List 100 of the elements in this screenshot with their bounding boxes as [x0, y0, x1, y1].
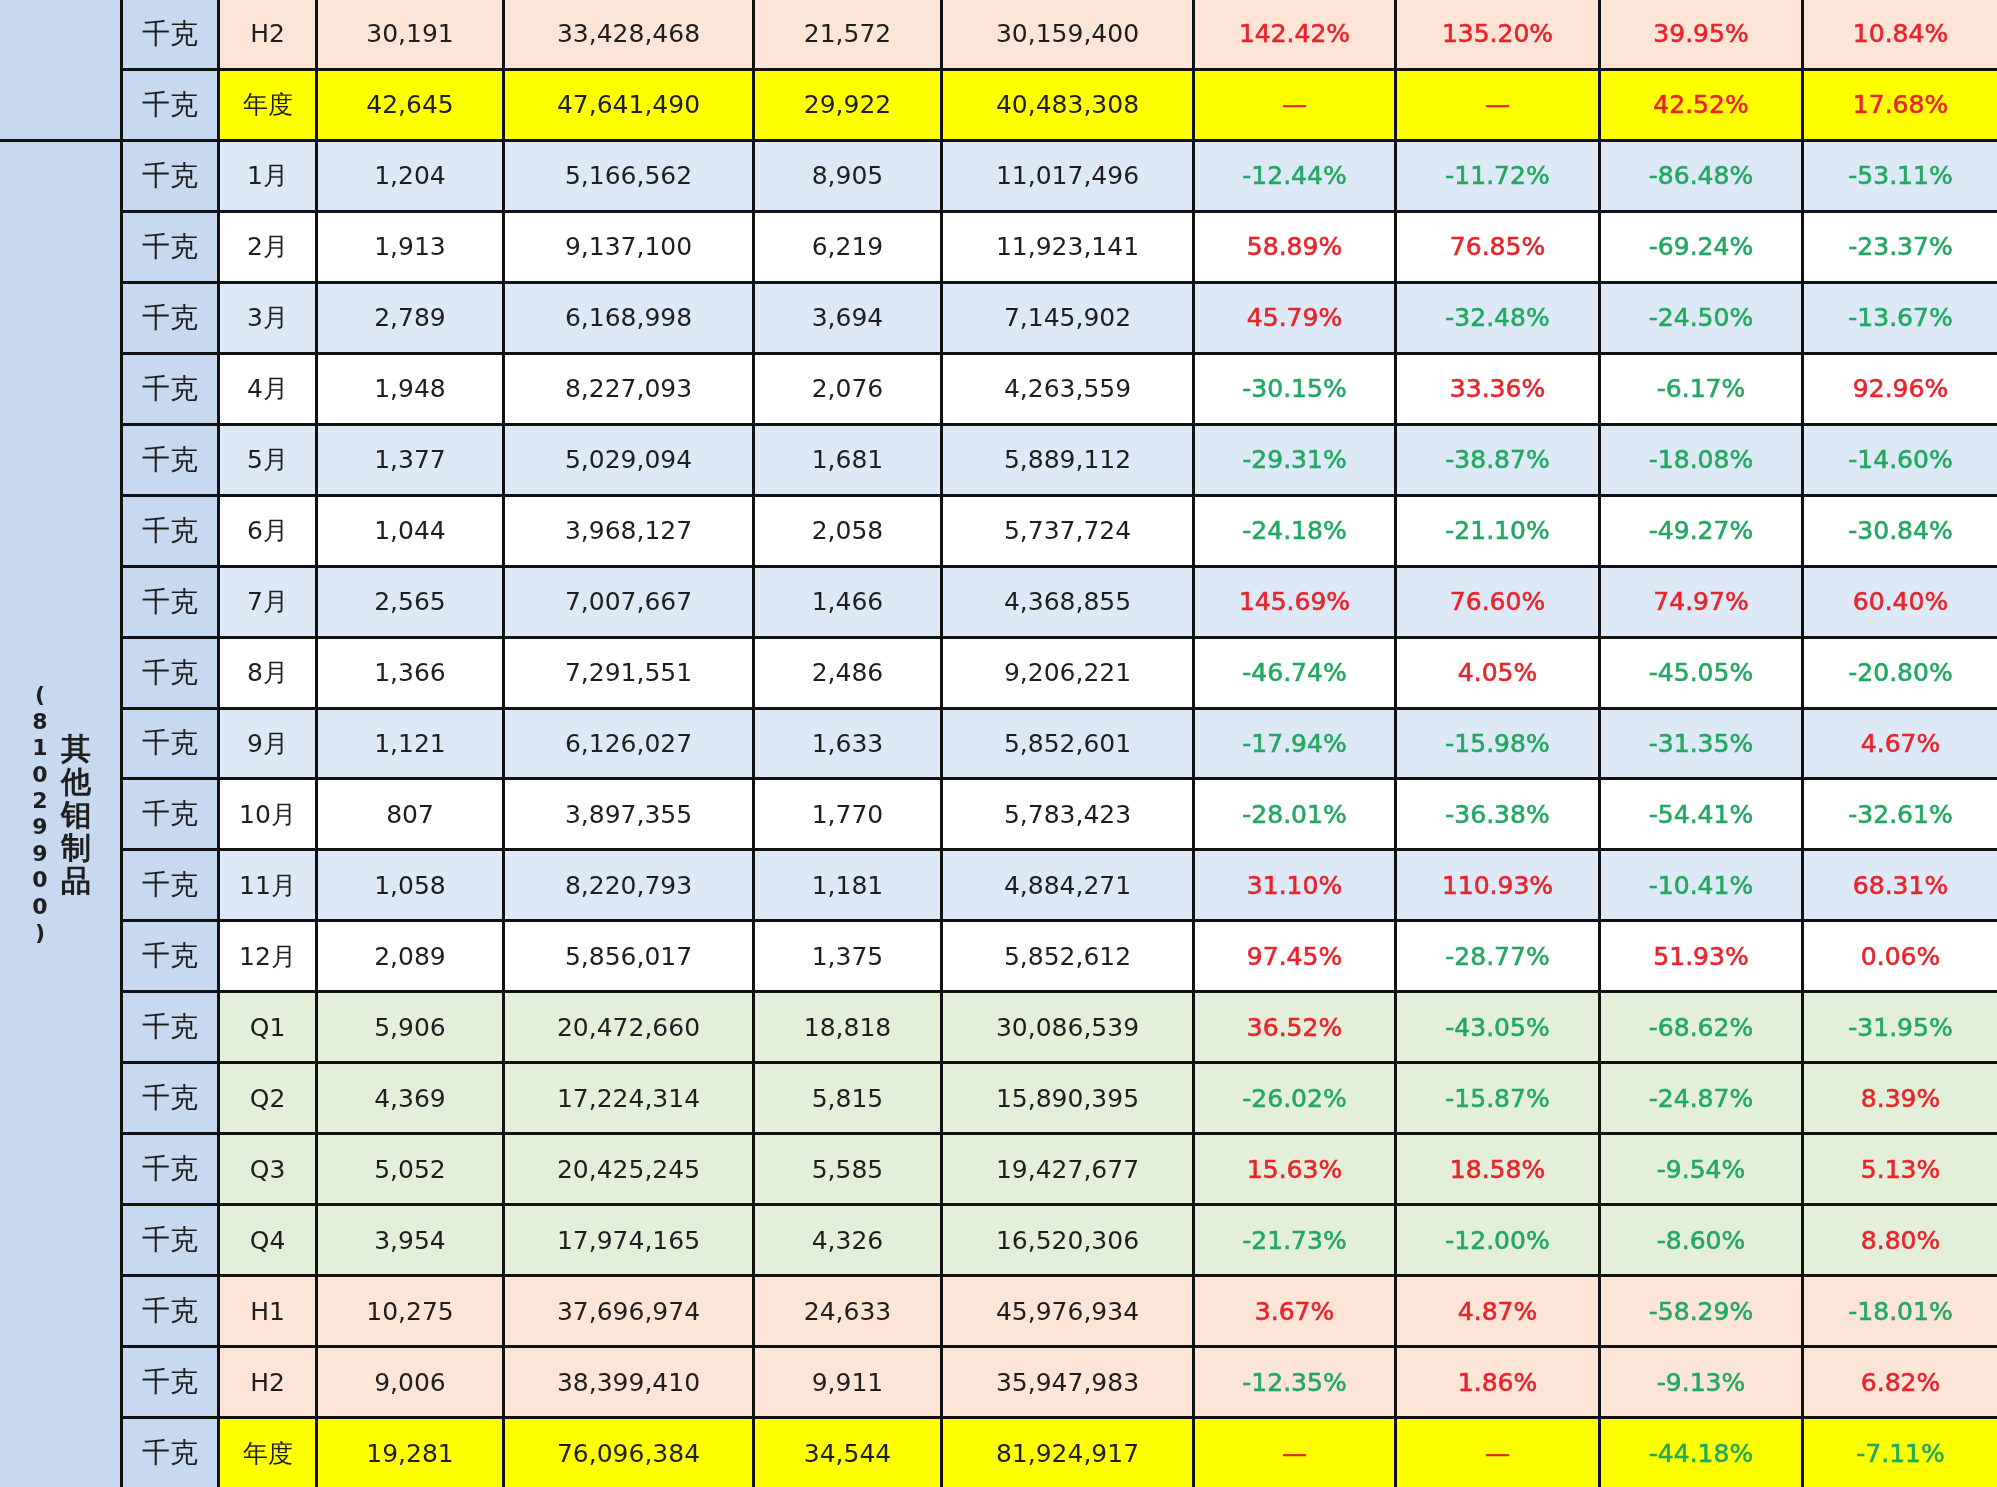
- unit-cell: 千克: [123, 1135, 217, 1204]
- percent-value: 6.82%: [1860, 1367, 1941, 1397]
- unit-cell: 千克: [123, 780, 217, 849]
- unit-cell: 千克: [123, 496, 217, 565]
- percent-value: -28.01%: [1242, 799, 1347, 829]
- percent-value: 0.06%: [1860, 941, 1941, 971]
- table-cell: 17,224,314: [505, 1064, 752, 1133]
- percent-value: -38.87%: [1445, 445, 1550, 475]
- percent-value: -10.41%: [1648, 870, 1754, 900]
- table-cell: 1,913: [318, 212, 502, 281]
- table-cell: 6,126,027: [505, 709, 752, 778]
- period-cell: 10月: [220, 780, 315, 849]
- table-cell: 8,220,793: [505, 851, 752, 920]
- table-cell: 42,645: [318, 70, 502, 139]
- percent-value: -7.11%: [1856, 1438, 1945, 1468]
- percent-value: —: [1485, 1438, 1510, 1468]
- table-cell: 5,585: [755, 1135, 940, 1204]
- percent-value: -14.60%: [1848, 445, 1953, 475]
- table-cell: 1,681: [755, 425, 940, 494]
- percent-value: -69.24%: [1648, 232, 1754, 262]
- period-cell: H2: [220, 1348, 315, 1417]
- percent-value: —: [1282, 1438, 1307, 1468]
- period-cell: Q3: [220, 1135, 315, 1204]
- period-cell: 9月: [220, 709, 315, 778]
- percent-value: -9.13%: [1656, 1367, 1746, 1397]
- percent-value: 92.96%: [1852, 374, 1949, 404]
- table-cell: 5,783,423: [943, 780, 1192, 849]
- percent-value: -45.05%: [1648, 658, 1754, 688]
- table-cell: 5,029,094: [505, 425, 752, 494]
- table-cell: 1,044: [318, 496, 502, 565]
- unit-cell: 千克: [123, 0, 217, 68]
- table-cell: 29,922: [755, 70, 940, 139]
- table-cell: 3,897,355: [505, 780, 752, 849]
- period-cell: 年度: [220, 1419, 315, 1487]
- table-cell: 1,948: [318, 354, 502, 423]
- table-cell: 5,889,112: [943, 425, 1192, 494]
- table-cell: 1,121: [318, 709, 502, 778]
- table-cell: 45,976,934: [943, 1277, 1192, 1346]
- table-cell: 2,486: [755, 638, 940, 707]
- percent-value: 76.60%: [1449, 587, 1546, 617]
- product-name: 其他钼制品: [61, 731, 91, 897]
- table-cell: 8,905: [755, 141, 940, 210]
- table-cell: 1,375: [755, 922, 940, 991]
- period-cell: H1: [220, 1277, 315, 1346]
- table-cell: 11,017,496: [943, 141, 1192, 210]
- period-cell: 2月: [220, 212, 315, 281]
- table-cell: 5,052: [318, 1135, 502, 1204]
- table-cell: 2,089: [318, 922, 502, 991]
- table-cell: 4,326: [755, 1206, 940, 1275]
- unit-cell: 千克: [123, 1277, 217, 1346]
- percent-value: -20.80%: [1848, 658, 1953, 688]
- percent-value: 8.80%: [1860, 1225, 1941, 1255]
- table-cell: 9,206,221: [943, 638, 1192, 707]
- table-cell: 40,483,308: [943, 70, 1192, 139]
- percent-value: -30.84%: [1848, 516, 1953, 546]
- percent-value: -8.60%: [1656, 1225, 1746, 1255]
- percent-value: -31.35%: [1648, 729, 1754, 758]
- percent-value: -30.15%: [1242, 374, 1347, 404]
- percent-value: -9.54%: [1656, 1154, 1746, 1184]
- percent-value: -29.31%: [1242, 445, 1347, 475]
- table-cell: 2,565: [318, 567, 502, 636]
- product-code: (81029900): [31, 682, 49, 947]
- unit-cell: 千克: [123, 1064, 217, 1133]
- table-cell: 9,911: [755, 1348, 940, 1417]
- percent-value: 3.67%: [1254, 1296, 1335, 1326]
- table-cell: 19,281: [318, 1419, 502, 1487]
- period-cell: 7月: [220, 567, 315, 636]
- period-cell: 6月: [220, 496, 315, 565]
- percent-value: 5.13%: [1860, 1154, 1941, 1184]
- percent-value: 110.93%: [1441, 870, 1554, 900]
- table-cell: 30,191: [318, 0, 502, 68]
- percent-value: 42.52%: [1653, 90, 1749, 120]
- percent-value: 31.10%: [1246, 870, 1343, 900]
- table-cell: 3,954: [318, 1206, 502, 1275]
- unit-cell: 千克: [123, 141, 217, 210]
- table-cell: 30,086,539: [943, 993, 1192, 1062]
- percent-value: -28.77%: [1445, 941, 1550, 971]
- table-cell: 5,737,724: [943, 496, 1192, 565]
- percent-value: -32.48%: [1445, 303, 1550, 333]
- table-cell: 17,974,165: [505, 1206, 752, 1275]
- unit-cell: 千克: [123, 1206, 217, 1275]
- table-cell: 4,369: [318, 1064, 502, 1133]
- period-cell: Q2: [220, 1064, 315, 1133]
- percent-value: -12.44%: [1242, 161, 1347, 191]
- period-cell: H2: [220, 0, 315, 68]
- percent-value: -18.01%: [1848, 1296, 1953, 1326]
- percent-value: -32.61%: [1848, 799, 1953, 829]
- percent-value: -58.29%: [1648, 1296, 1754, 1326]
- percent-value: -24.50%: [1648, 303, 1754, 333]
- percent-value: —: [1282, 90, 1307, 120]
- table-cell: 16,520,306: [943, 1206, 1192, 1275]
- period-cell: Q4: [220, 1206, 315, 1275]
- percent-value: -24.87%: [1648, 1083, 1754, 1113]
- table-cell: 2,789: [318, 283, 502, 352]
- percent-value: 10.84%: [1852, 19, 1949, 49]
- percent-value: -31.95%: [1848, 1012, 1953, 1042]
- table-cell: 8,227,093: [505, 354, 752, 423]
- table-cell: 1,204: [318, 141, 502, 210]
- percent-value: -12.35%: [1242, 1367, 1347, 1397]
- table-cell: 5,166,562: [505, 141, 752, 210]
